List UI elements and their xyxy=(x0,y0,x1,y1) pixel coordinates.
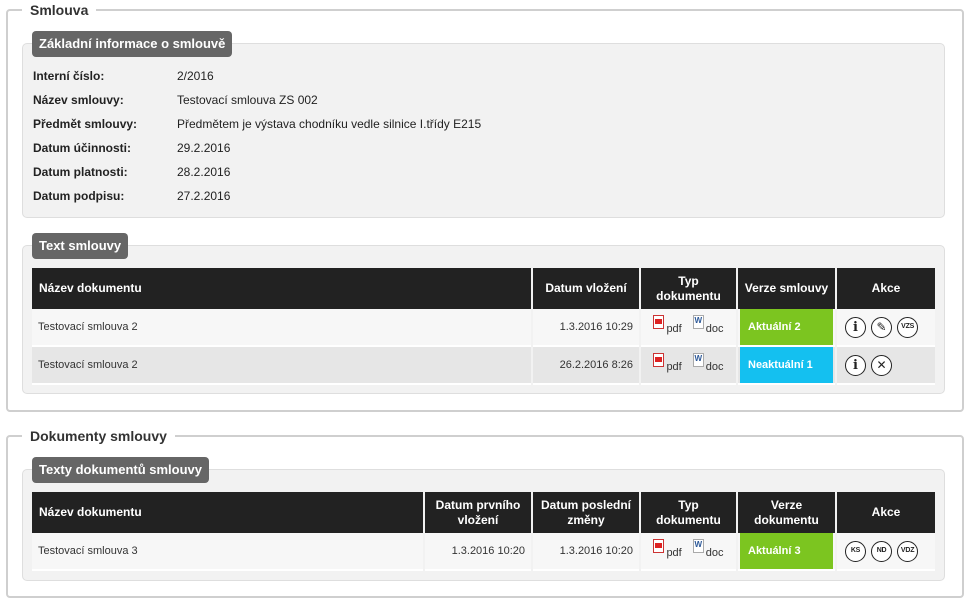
actions-cell: i ✎ VZS xyxy=(837,309,935,347)
doc-date: 1.3.2016 10:29 xyxy=(533,309,639,347)
close-icon: ✕ xyxy=(876,357,887,372)
col-header-version[interactable]: Verze smlouvy xyxy=(738,268,835,309)
table-row: Testovací smlouva 3 1.3.2016 10:20 1.3.2… xyxy=(32,533,935,571)
info-label: Název smlouvy: xyxy=(33,93,124,107)
vdz-button[interactable]: VDZ xyxy=(897,540,919,562)
info-value: 2/2016 xyxy=(177,69,214,83)
version-cell: Neaktuální 1 xyxy=(738,347,835,385)
info-label: Datum platnosti: xyxy=(33,165,128,179)
doc-date: 26.2.2016 8:26 xyxy=(533,347,639,385)
col-header-first-date[interactable]: Datum prvního vložení xyxy=(425,492,531,533)
doc-name: Testovací smlouva 3 xyxy=(32,533,423,571)
col-header-type[interactable]: Typ dokumentu xyxy=(641,268,736,309)
documents-legend: Dokumenty smlouvy xyxy=(30,428,167,444)
col-header-actions: Akce xyxy=(837,268,935,309)
word-icon xyxy=(692,315,704,329)
table-row: Testovací smlouva 2 1.3.2016 10:29 pdf d… xyxy=(32,309,935,347)
document-texts-table: Název dokumentu Datum prvního vložení Da… xyxy=(30,492,937,571)
version-badge: Neaktuální 1 xyxy=(740,347,833,383)
info-label: Datum účinnosti: xyxy=(33,141,131,155)
doc-name: Testovací smlouva 2 xyxy=(32,347,531,385)
word-icon xyxy=(692,539,704,553)
version-cell: Aktuální 3 xyxy=(738,533,835,571)
info-value: 29.2.2016 xyxy=(177,141,231,155)
col-header-actions: Akce xyxy=(837,492,935,533)
actions-cell: KS ND VDZ xyxy=(837,533,935,571)
edit-button[interactable]: ✎ xyxy=(871,316,893,338)
col-header-type[interactable]: Typ dokumentu xyxy=(641,492,736,533)
edit-icon: ✎ xyxy=(876,319,887,334)
version-badge: Aktuální 3 xyxy=(740,533,833,569)
pdf-icon xyxy=(653,315,665,329)
doc-link[interactable]: doc xyxy=(692,539,724,559)
pdf-link[interactable]: pdf xyxy=(653,353,682,373)
doc-label: doc xyxy=(705,547,724,559)
vzs-button[interactable]: VZS xyxy=(897,316,919,338)
document-texts-title: Texty dokumentů smlouvy xyxy=(32,457,210,483)
smlouva-legend: Smlouva xyxy=(30,2,89,18)
pdf-link[interactable]: pdf xyxy=(653,539,682,559)
word-icon xyxy=(692,353,704,367)
col-header-name[interactable]: Název dokumentu xyxy=(32,492,423,533)
info-icon: i xyxy=(853,357,858,373)
nd-button[interactable]: ND xyxy=(871,540,893,562)
doc-link[interactable]: doc xyxy=(692,315,724,335)
contract-text-title: Text smlouvy xyxy=(32,233,129,259)
delete-button[interactable]: ✕ xyxy=(871,354,893,376)
pdf-label: pdf xyxy=(666,323,682,335)
pdf-icon xyxy=(653,353,665,367)
version-cell: Aktuální 2 xyxy=(738,309,835,347)
info-icon: i xyxy=(853,319,858,335)
col-header-date[interactable]: Datum vložení xyxy=(533,268,639,309)
actions-cell: i ✕ xyxy=(837,347,935,385)
doc-label: doc xyxy=(705,323,724,335)
pdf-label: pdf xyxy=(666,547,682,559)
info-button[interactable]: i xyxy=(845,316,866,338)
doc-last-date: 1.3.2016 10:20 xyxy=(533,533,639,571)
doc-files: pdf doc xyxy=(641,309,736,347)
pdf-icon xyxy=(653,539,665,553)
info-value: Předmětem je výstava chodníku vedle siln… xyxy=(177,117,482,131)
col-header-name[interactable]: Název dokumentu xyxy=(32,268,531,309)
col-header-last-date[interactable]: Datum poslední změny xyxy=(533,492,639,533)
info-label: Datum podpisu: xyxy=(33,189,125,203)
pdf-label: pdf xyxy=(666,361,682,373)
doc-link[interactable]: doc xyxy=(692,353,724,373)
version-badge: Aktuální 2 xyxy=(740,309,833,345)
col-header-version[interactable]: Verze dokumentu xyxy=(738,492,835,533)
info-label: Předmět smlouvy: xyxy=(33,117,138,131)
basic-info-title: Základní informace o smlouvě xyxy=(32,31,233,57)
info-value: 27.2.2016 xyxy=(177,189,231,203)
info-value: 28.2.2016 xyxy=(177,165,231,179)
doc-files: pdf doc xyxy=(641,347,736,385)
doc-first-date: 1.3.2016 10:20 xyxy=(425,533,531,571)
table-row: Testovací smlouva 2 26.2.2016 8:26 pdf d… xyxy=(32,347,935,385)
ks-button[interactable]: KS xyxy=(845,540,866,562)
info-label: Interní číslo: xyxy=(33,69,105,83)
doc-files: pdf doc xyxy=(641,533,736,571)
doc-label: doc xyxy=(705,361,724,373)
contract-text-table: Název dokumentu Datum vložení Typ dokume… xyxy=(30,268,937,385)
doc-name: Testovací smlouva 2 xyxy=(32,309,531,347)
info-value: Testovací smlouva ZS 002 xyxy=(177,93,318,107)
pdf-link[interactable]: pdf xyxy=(653,315,682,335)
info-button[interactable]: i xyxy=(845,354,866,376)
